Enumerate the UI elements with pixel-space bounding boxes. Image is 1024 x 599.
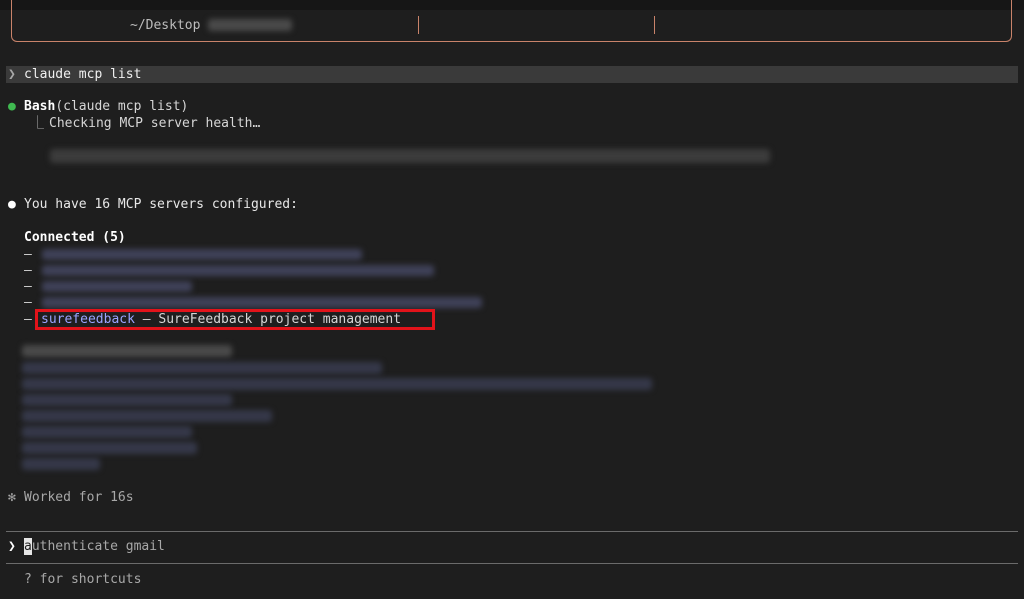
shortcuts-hint: ? for shortcuts bbox=[24, 572, 142, 587]
bash-status-text: Checking MCP server health… bbox=[49, 116, 261, 131]
list-item-dash: – bbox=[24, 312, 32, 327]
bash-status-dot-icon: ● bbox=[8, 99, 16, 114]
list-item-dash: – bbox=[24, 295, 32, 310]
list-item-dash: – bbox=[24, 247, 32, 262]
tree-branch-icon: ⎿ bbox=[31, 116, 45, 131]
prompt-input-text: uthenticate gmail bbox=[31, 539, 165, 554]
bash-call-line: Bash(claude mcp list) bbox=[24, 98, 188, 115]
redacted-server-item bbox=[42, 265, 434, 276]
redacted-server-item bbox=[42, 281, 192, 292]
redacted-section-heading bbox=[22, 345, 232, 357]
bash-tool-args: (claude mcp list) bbox=[55, 99, 189, 114]
summary-bullet-icon: ● bbox=[8, 197, 16, 212]
text-cursor: a bbox=[24, 538, 32, 555]
redacted-line bbox=[22, 362, 382, 374]
input-prompt-icon: ❯ bbox=[8, 539, 16, 554]
header-divider-1 bbox=[418, 16, 419, 34]
command-history-bar bbox=[6, 66, 1018, 83]
current-directory: ~/Desktop bbox=[130, 18, 201, 33]
redacted-line bbox=[22, 378, 652, 390]
command-text: claude mcp list bbox=[24, 67, 142, 82]
worked-spinner-icon: ✻ bbox=[8, 490, 16, 505]
redacted-server-item bbox=[42, 249, 362, 260]
list-item-dash: – bbox=[24, 279, 32, 294]
annotation-highlight-box bbox=[35, 309, 435, 330]
header-divider-2 bbox=[654, 16, 655, 34]
list-item-dash: – bbox=[24, 263, 32, 278]
redacted-header-text bbox=[208, 19, 292, 31]
redacted-server-item bbox=[42, 297, 482, 308]
worked-duration-text: Worked for 16s bbox=[24, 490, 134, 505]
redacted-line bbox=[22, 410, 272, 422]
command-prompt-icon: ❯ bbox=[8, 67, 16, 82]
bash-tool-name: Bash bbox=[24, 99, 56, 114]
input-top-rule bbox=[6, 531, 1018, 532]
redacted-line bbox=[22, 394, 232, 406]
prompt-input[interactable]: authenticate gmail bbox=[24, 538, 165, 555]
redacted-line bbox=[22, 458, 100, 470]
redacted-line bbox=[22, 426, 192, 438]
redacted-output bbox=[50, 149, 770, 163]
summary-text: You have 16 MCP servers configured: bbox=[24, 197, 298, 212]
input-bottom-rule bbox=[6, 563, 1018, 564]
redacted-line bbox=[22, 442, 197, 454]
connected-heading: Connected (5) bbox=[24, 230, 126, 245]
